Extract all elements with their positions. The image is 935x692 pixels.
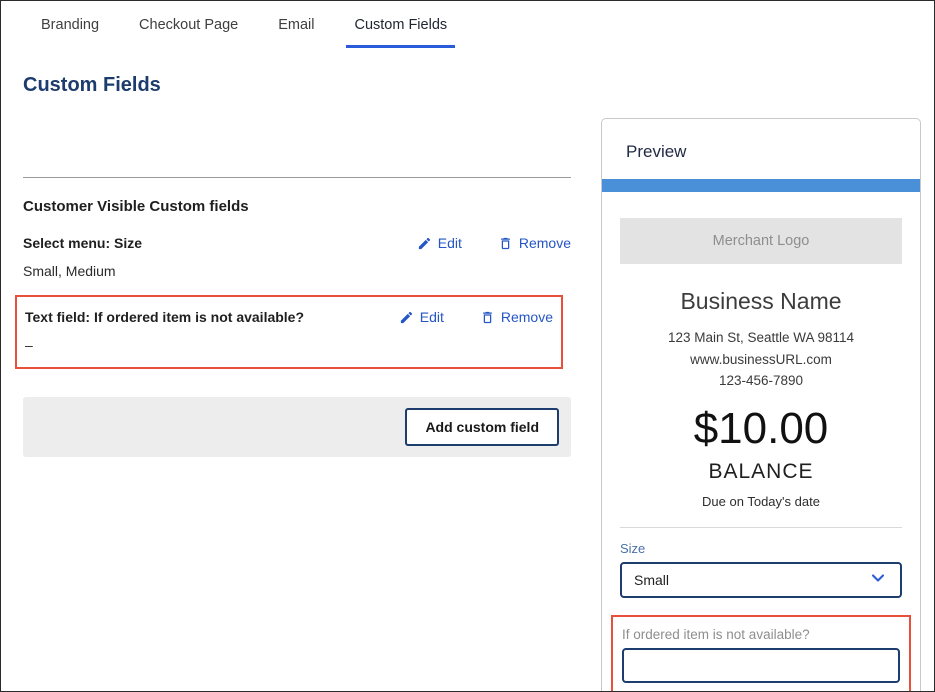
add-custom-field-button[interactable]: Add custom field bbox=[405, 408, 559, 446]
due-date-text: Due on Today's date bbox=[620, 494, 902, 509]
business-url: www.businessURL.com bbox=[620, 349, 902, 371]
field-row-header: Text field: If ordered item is not avail… bbox=[25, 309, 553, 325]
highlighted-text-field-box: If ordered item is not available? bbox=[611, 615, 911, 692]
edit-label: Edit bbox=[438, 235, 462, 251]
pencil-icon bbox=[417, 236, 432, 251]
field-title: Text field: If ordered item is not avail… bbox=[25, 309, 304, 325]
field-actions: Edit Remove bbox=[417, 235, 571, 251]
field-actions: Edit Remove bbox=[399, 309, 553, 325]
field-row-header: Select menu: Size Edit Remov bbox=[23, 235, 571, 251]
content-area: Custom Fields Customer Visible Custom fi… bbox=[1, 48, 934, 692]
pencil-icon bbox=[399, 310, 414, 325]
edit-label: Edit bbox=[420, 309, 444, 325]
preview-body: Merchant Logo Business Name 123 Main St,… bbox=[602, 218, 920, 692]
field-value: Small, Medium bbox=[23, 263, 571, 279]
trash-icon bbox=[498, 236, 513, 251]
trash-icon bbox=[480, 310, 495, 325]
custom-text-input[interactable] bbox=[622, 648, 900, 683]
settings-page: Branding Checkout Page Email Custom Fiel… bbox=[0, 0, 935, 692]
tab-bar: Branding Checkout Page Email Custom Fiel… bbox=[1, 1, 934, 48]
edit-button[interactable]: Edit bbox=[399, 309, 444, 325]
merchant-logo-placeholder: Merchant Logo bbox=[620, 218, 902, 264]
size-select-value: Small bbox=[634, 572, 669, 588]
balance-label: BALANCE bbox=[620, 460, 902, 484]
preview-panel: Preview Merchant Logo Business Name 123 … bbox=[601, 118, 921, 692]
tab-email[interactable]: Email bbox=[270, 9, 322, 48]
size-field-label: Size bbox=[620, 541, 902, 556]
custom-field-row-text-field: Text field: If ordered item is not avail… bbox=[15, 295, 563, 369]
preview-divider bbox=[620, 527, 902, 528]
remove-label: Remove bbox=[519, 235, 571, 251]
edit-button[interactable]: Edit bbox=[417, 235, 462, 251]
remove-button[interactable]: Remove bbox=[498, 235, 571, 251]
business-details: 123 Main St, Seattle WA 98114 www.busine… bbox=[620, 327, 902, 392]
custom-fields-main: Custom Fields Customer Visible Custom fi… bbox=[23, 48, 571, 457]
size-select[interactable]: Small bbox=[620, 562, 902, 598]
chevron-down-icon bbox=[868, 568, 888, 591]
tab-branding[interactable]: Branding bbox=[33, 9, 107, 48]
section-divider bbox=[23, 177, 571, 178]
section-title: Customer Visible Custom fields bbox=[23, 198, 571, 215]
tab-custom-fields[interactable]: Custom Fields bbox=[346, 9, 455, 48]
field-title: Select menu: Size bbox=[23, 235, 142, 251]
field-value: – bbox=[25, 337, 553, 353]
business-name: Business Name bbox=[620, 288, 902, 315]
add-field-bar: Add custom field bbox=[23, 397, 571, 457]
preview-title: Preview bbox=[602, 119, 920, 179]
remove-button[interactable]: Remove bbox=[480, 309, 553, 325]
invoice-amount: $10.00 bbox=[620, 404, 902, 454]
remove-label: Remove bbox=[501, 309, 553, 325]
business-address: 123 Main St, Seattle WA 98114 bbox=[620, 327, 902, 349]
business-phone: 123-456-7890 bbox=[620, 370, 902, 392]
text-field-label: If ordered item is not available? bbox=[622, 627, 900, 642]
custom-field-row-select-menu: Select menu: Size Edit Remov bbox=[23, 235, 571, 279]
page-title: Custom Fields bbox=[23, 74, 571, 97]
tab-checkout-page[interactable]: Checkout Page bbox=[131, 9, 246, 48]
preview-accent-bar bbox=[602, 179, 920, 192]
